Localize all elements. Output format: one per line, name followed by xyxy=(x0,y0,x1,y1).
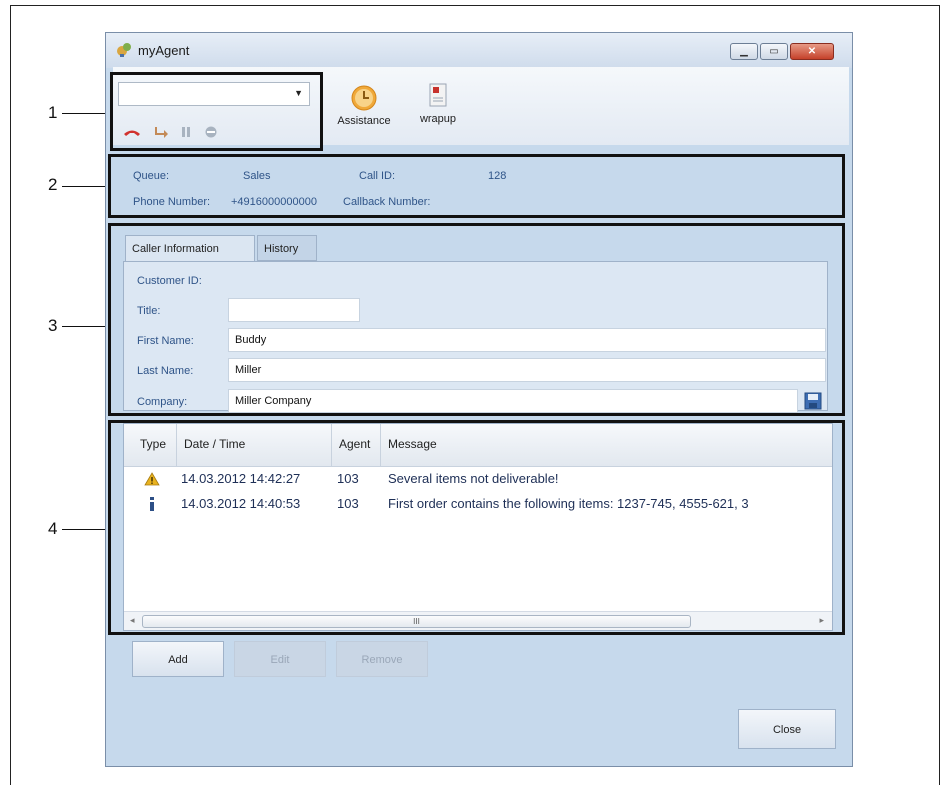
callout-box-4 xyxy=(108,420,845,635)
callout-3: 3 xyxy=(48,316,58,335)
remove-button[interactable]: Remove xyxy=(336,641,428,677)
add-button[interactable]: Add xyxy=(132,641,224,677)
callout-1: 1 xyxy=(48,103,58,122)
assistance-button[interactable]: Assistance xyxy=(328,84,400,127)
callout-line-4 xyxy=(62,529,110,530)
clock-icon xyxy=(351,85,377,111)
close-window-button[interactable]: ✕ xyxy=(790,43,834,60)
callout-line-2 xyxy=(62,186,110,187)
app-icon xyxy=(117,43,131,57)
wrapup-button[interactable]: wrapup xyxy=(408,82,468,125)
callout-box-3 xyxy=(108,223,845,416)
wrapup-icon xyxy=(429,83,447,107)
assistance-label: Assistance xyxy=(337,115,391,127)
callout-2: 2 xyxy=(48,175,58,194)
callout-line-1 xyxy=(62,113,110,114)
wrapup-label: wrapup xyxy=(419,113,457,125)
title-bar: myAgent ▁ ▭ ✕ xyxy=(106,33,852,68)
minimize-button[interactable]: ▁ xyxy=(730,43,758,60)
callout-line-3 xyxy=(62,326,110,327)
window-title: myAgent xyxy=(138,43,190,58)
callout-box-2 xyxy=(108,154,845,218)
maximize-button[interactable]: ▭ xyxy=(760,43,788,60)
close-button[interactable]: Close xyxy=(738,709,836,749)
callout-box-1 xyxy=(110,72,323,151)
callout-4: 4 xyxy=(48,519,58,538)
edit-button[interactable]: Edit xyxy=(234,641,326,677)
